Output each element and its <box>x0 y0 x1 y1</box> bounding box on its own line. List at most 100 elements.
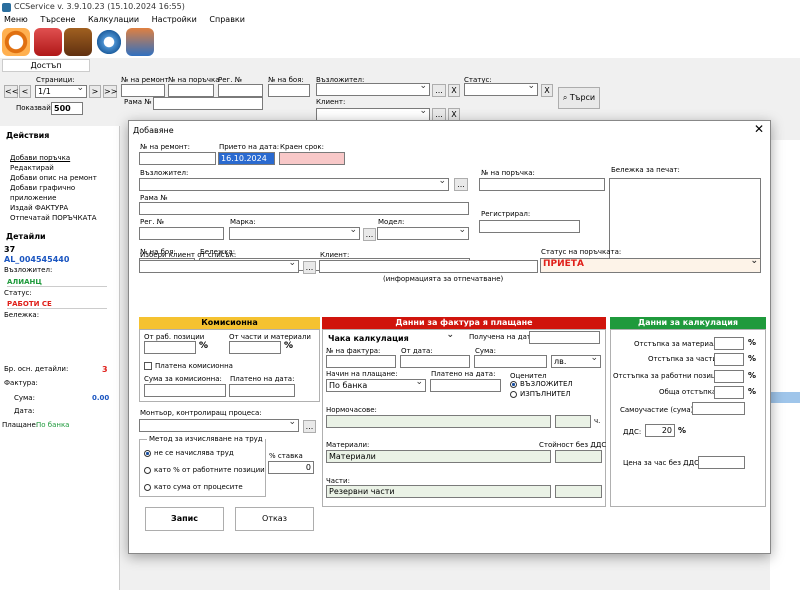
registered-label: Регистрирал: <box>481 210 531 218</box>
disc-work-input[interactable] <box>714 370 744 383</box>
reg-no-filter-input[interactable] <box>218 84 263 97</box>
self-part-input[interactable] <box>692 402 745 415</box>
menu-item-calculations[interactable]: Калкулации <box>88 15 139 24</box>
vat-input[interactable]: 20 <box>645 424 675 437</box>
model-select[interactable] <box>377 227 469 240</box>
status-clear-button[interactable]: X <box>541 84 553 97</box>
menu-item-menu[interactable]: Меню <box>4 15 28 24</box>
evaluator-radio-executor[interactable] <box>510 391 517 398</box>
method-title: Метод за изчисляване на труд <box>147 435 265 443</box>
invoice-no-input[interactable] <box>326 355 396 368</box>
reg-input[interactable] <box>139 227 224 240</box>
parts-input[interactable]: Резервни части <box>326 485 551 498</box>
action-add-graphic[interactable]: Добави графично приложение <box>10 183 119 203</box>
materials-input[interactable]: Материали <box>326 450 551 463</box>
cancel-button[interactable]: Отказ <box>235 507 314 531</box>
assignor-filter-select[interactable] <box>316 83 430 96</box>
commission-header: Комисионна <box>139 317 320 329</box>
status-filter-select[interactable] <box>464 83 538 96</box>
action-add-repair-list[interactable]: Добави опис на ремонт <box>10 173 119 183</box>
accepted-date-input[interactable]: 16.10.2024 <box>218 152 275 165</box>
prev-page-button[interactable]: < <box>19 85 31 98</box>
first-page-button[interactable]: << <box>4 85 18 98</box>
briefcase-icon[interactable] <box>34 28 62 56</box>
method-radio-none[interactable] <box>144 450 151 457</box>
search-button[interactable]: ⌕ Търси <box>558 87 600 109</box>
payment-method-select[interactable]: По банка <box>326 379 426 392</box>
menu-item-reports[interactable]: Справки <box>209 15 245 24</box>
hour-price-input[interactable] <box>698 456 745 469</box>
page-select[interactable]: 1/1 <box>35 85 87 98</box>
frame-filter-input[interactable] <box>153 97 263 110</box>
repair-no-input[interactable] <box>139 152 216 165</box>
materials-value-input[interactable] <box>555 450 602 463</box>
last-page-button[interactable]: >> <box>103 85 117 98</box>
labor-value-input[interactable] <box>555 415 591 428</box>
next-page-button[interactable]: > <box>89 85 101 98</box>
frame-input[interactable] <box>139 202 469 215</box>
make-more-button[interactable]: ... <box>363 228 376 241</box>
close-icon[interactable]: ✕ <box>754 122 764 136</box>
action-edit[interactable]: Редактирай <box>10 163 119 173</box>
clock-icon[interactable] <box>2 28 30 56</box>
order-no-filter-label: № на поръчка <box>168 76 220 84</box>
make-select[interactable] <box>229 227 360 240</box>
menu-item-settings[interactable]: Настройки <box>152 15 197 24</box>
detail-assignor-label: Възложител: <box>4 266 53 274</box>
action-add-order[interactable]: Добави поръчка <box>10 153 119 163</box>
labor-hours-input[interactable] <box>326 415 551 428</box>
paint-no-filter-input[interactable] <box>268 84 310 97</box>
assignor-clear-button[interactable]: X <box>448 84 460 97</box>
disc-parts-input[interactable] <box>714 353 744 366</box>
commission-paid-checkbox[interactable] <box>144 362 152 370</box>
evaluator-radio-assignor[interactable] <box>510 381 517 388</box>
disc-materials-input[interactable] <box>714 337 744 350</box>
action-print-order[interactable]: Отпечатай ПОРЪЧКАТА <box>10 213 119 223</box>
detail-code[interactable]: AL_004545440 <box>4 255 69 264</box>
choose-client-select[interactable] <box>139 260 299 273</box>
detail-status-label: Статус: <box>4 289 32 297</box>
invoice-sum-input[interactable] <box>474 355 547 368</box>
from-date-input[interactable] <box>400 355 470 368</box>
client-input[interactable] <box>319 260 538 273</box>
access-tab[interactable]: Достъп <box>2 59 90 72</box>
calc-status-select[interactable]: Чака калкулация <box>326 333 456 346</box>
deadline-input[interactable] <box>279 152 345 165</box>
note-print-label: Бележка за печат: <box>611 166 680 174</box>
commission-paid-date-input[interactable] <box>229 384 295 397</box>
assignor-more-button[interactable]: ... <box>454 178 468 191</box>
rate-input[interactable]: 0 <box>268 461 314 474</box>
commission-work-input[interactable] <box>144 341 196 354</box>
mechanic-more-button[interactable]: ... <box>303 420 316 433</box>
make-label: Марка: <box>230 218 256 226</box>
gear-icon[interactable] <box>95 28 123 56</box>
invoice-paid-date-input[interactable] <box>430 379 501 392</box>
order-status-select[interactable]: ПРИЕТА <box>540 258 761 273</box>
disc-work-pct: % <box>748 371 757 380</box>
menu-item-search[interactable]: Търсене <box>40 15 75 24</box>
commission-sum-input[interactable] <box>144 384 226 397</box>
parts-value-input[interactable] <box>555 485 602 498</box>
registered-input[interactable] <box>479 220 580 233</box>
method-radio-sum[interactable] <box>144 484 151 491</box>
save-button[interactable]: Запис <box>145 507 224 531</box>
commission-parts-input[interactable] <box>229 341 281 354</box>
mechanic-select[interactable] <box>139 419 299 432</box>
wallet-icon[interactable] <box>64 28 92 56</box>
disc-total-input[interactable] <box>714 386 744 399</box>
show-count-input[interactable]: 500 <box>51 102 83 115</box>
choose-client-more-button[interactable]: ... <box>303 261 316 274</box>
assignor-more-button[interactable]: ... <box>432 84 446 97</box>
disc-total-label: Обща отстъпка: <box>659 388 719 396</box>
repair-no-filter-input[interactable] <box>121 84 165 97</box>
assignor-select[interactable] <box>139 178 449 191</box>
action-issue-invoice[interactable]: Издай ФАКТУРА <box>10 203 119 213</box>
method-radio-percent[interactable] <box>144 467 151 474</box>
order-no-filter-input[interactable] <box>168 84 214 97</box>
parts-label: Части: <box>326 477 350 485</box>
client-filter-label: Клиент: <box>316 98 346 106</box>
received-date-input[interactable] <box>529 331 600 344</box>
currency-select[interactable]: лв. <box>551 355 601 368</box>
order-no-input[interactable] <box>479 178 605 191</box>
users-icon[interactable] <box>126 28 154 56</box>
